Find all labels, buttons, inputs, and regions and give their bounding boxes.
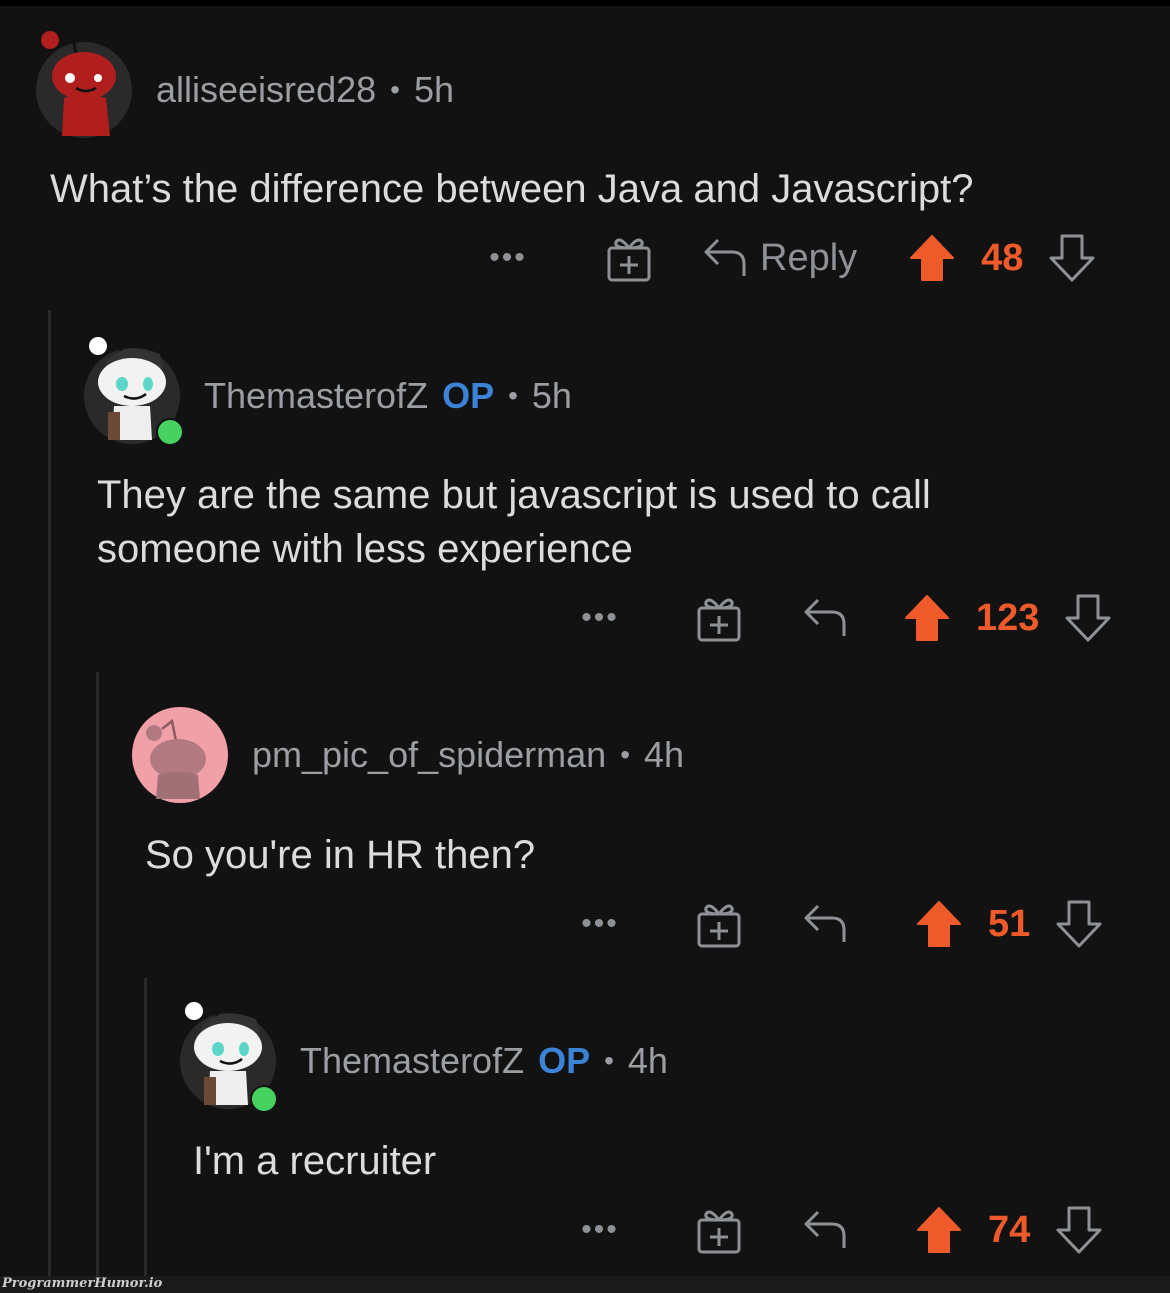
comment-body: So you're in HR then? xyxy=(145,833,536,877)
timestamp: 5h xyxy=(413,69,454,110)
award-button[interactable] xyxy=(696,1206,742,1254)
timestamp: 4h xyxy=(644,734,685,775)
gift-plus-icon xyxy=(607,238,651,282)
comment-actions: ••• Reply 48 xyxy=(478,228,1095,288)
comment-meta: pm_pic_of_spiderman • 4h xyxy=(252,734,684,776)
upvote-button[interactable] xyxy=(916,900,962,948)
thread-line-1[interactable] xyxy=(48,310,51,1276)
online-status-indicator xyxy=(250,1085,278,1113)
upvote-button[interactable] xyxy=(904,594,950,642)
comment-meta: alliseeisred28 • 5h xyxy=(156,69,454,111)
comment-actions: ••• 123 xyxy=(570,588,1111,648)
score: 74 xyxy=(988,1208,1031,1251)
watermark-text: ProgrammerHumor.io xyxy=(2,1276,163,1291)
username[interactable]: ThemasterofZ xyxy=(204,375,428,417)
comment-actions: ••• 51 xyxy=(570,894,1102,954)
online-status-indicator xyxy=(156,418,184,446)
more-options-button[interactable]: ••• xyxy=(570,1213,630,1247)
more-options-button[interactable]: ••• xyxy=(570,601,630,635)
comment-header: pm_pic_of_spiderman • 4h xyxy=(132,707,684,803)
reply-label: Reply xyxy=(760,236,858,279)
award-button[interactable] xyxy=(696,594,742,642)
separator-dot: • xyxy=(508,380,518,411)
upvote-arrow-icon xyxy=(917,901,961,947)
upvote-arrow-icon xyxy=(917,1207,961,1253)
comment-body: They are the same but javascript is used… xyxy=(97,473,931,571)
watermark-bar: ProgrammerHumor.io xyxy=(0,1276,1170,1293)
award-button[interactable] xyxy=(696,900,742,948)
gift-plus-icon xyxy=(697,1210,741,1254)
downvote-arrow-icon xyxy=(1056,1206,1102,1254)
timestamp: 5h xyxy=(531,375,572,416)
comment-meta: ThemasterofZ OP • 5h xyxy=(204,375,572,417)
downvote-button[interactable] xyxy=(1056,1206,1102,1254)
username[interactable]: pm_pic_of_spiderman xyxy=(252,734,606,776)
comment-body: What’s the difference between Java and J… xyxy=(50,167,974,211)
comment-body: I'm a recruiter xyxy=(193,1139,437,1183)
more-options-button[interactable]: ••• xyxy=(570,907,630,941)
downvote-arrow-icon xyxy=(1049,234,1095,282)
upvote-arrow-icon xyxy=(910,235,955,281)
op-badge: OP xyxy=(442,375,495,416)
reply-arrow-icon xyxy=(804,598,846,636)
pink-snoo-avatar[interactable] xyxy=(132,707,228,803)
white-snoo-avatar[interactable] xyxy=(84,333,184,446)
gift-plus-icon xyxy=(697,904,741,948)
downvote-button[interactable] xyxy=(1049,234,1095,282)
upvote-arrow-icon xyxy=(905,595,949,641)
comment-header: alliseeisred28 • 5h xyxy=(36,30,454,138)
top-bar xyxy=(0,0,1170,6)
award-button[interactable] xyxy=(606,234,652,282)
red-snoo-avatar[interactable] xyxy=(36,30,132,138)
upvote-button[interactable] xyxy=(909,234,955,282)
reply-arrow-icon xyxy=(704,238,746,276)
score: 48 xyxy=(981,236,1024,279)
score: 51 xyxy=(988,902,1031,945)
timestamp: 4h xyxy=(627,1040,668,1081)
gift-plus-icon xyxy=(697,598,741,642)
reply-button[interactable] xyxy=(802,1208,848,1252)
reply-button[interactable] xyxy=(802,596,848,640)
comment-actions: ••• 74 xyxy=(570,1200,1102,1260)
downvote-arrow-icon xyxy=(1056,900,1102,948)
thread-line-2[interactable] xyxy=(96,672,99,1276)
snoo-icon xyxy=(41,30,116,136)
reply-button[interactable]: Reply xyxy=(702,236,857,280)
white-snoo-avatar[interactable] xyxy=(180,998,278,1113)
comment-meta: ThemasterofZ OP • 4h xyxy=(300,1040,668,1082)
op-badge: OP xyxy=(538,1040,591,1081)
downvote-button[interactable] xyxy=(1056,900,1102,948)
reply-button[interactable] xyxy=(802,902,848,946)
separator-dot: • xyxy=(620,739,631,770)
reply-arrow-icon xyxy=(804,1210,846,1248)
downvote-arrow-icon xyxy=(1065,594,1111,642)
score: 123 xyxy=(976,596,1040,639)
snoo-icon xyxy=(146,718,206,799)
downvote-button[interactable] xyxy=(1065,594,1111,642)
comment-header: ThemasterofZ OP • 4h xyxy=(180,998,668,1113)
username[interactable]: alliseeisred28 xyxy=(156,69,376,111)
thread-line-3[interactable] xyxy=(144,978,147,1276)
separator-dot: • xyxy=(604,1045,614,1076)
comment-header: ThemasterofZ OP • 5h xyxy=(84,333,572,446)
username[interactable]: ThemasterofZ xyxy=(300,1040,524,1082)
upvote-button[interactable] xyxy=(916,1206,962,1254)
separator-dot: • xyxy=(390,74,400,105)
reply-arrow-icon xyxy=(804,904,846,942)
more-options-button[interactable]: ••• xyxy=(478,241,538,275)
